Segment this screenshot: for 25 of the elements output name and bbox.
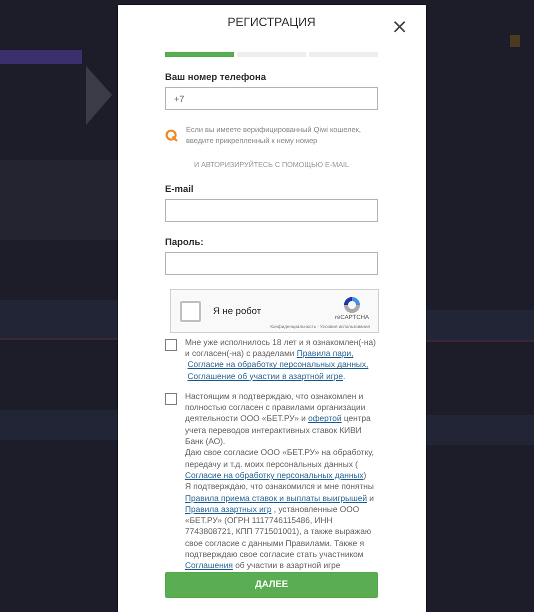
consent-text: Настоящим я подтверждаю, что ознакомлен и полностью согласен с правилами организации деятельности ООО «БЕТ.РУ» и офертой центра учета переводов интерактивных ставок КИВИ Банк (АО). Даю свое согласие ООО «БЕТ.РУ» на обработку, передачу и т.д. моих персональных данных ( Согласие на обработку персональных данных) Я подтверждаю, что ознакомился и мне понятны Правила приема ставок и выплаты выигрышей и Правила азартных игр , установленные ООО «БЕТ.РУ» (ОГРН 1117746115486, ИНН 7743808721, КПП 771501001), а также выражаю свое согласие с данными Правилами. Также я подтверждаю свое согласие стать участником Соглашения об участии в азартной игре xyxy=(185,390,375,572)
consent-link[interactable]: Правила пари, xyxy=(296,348,354,360)
captcha-label: Я не робот xyxy=(213,306,262,317)
consent-link[interactable]: Правила приема ставок и выплаты выигрышей xyxy=(185,492,367,504)
consent-link[interactable]: Согласие на обработку персональных данных, xyxy=(187,359,368,371)
play-icon xyxy=(86,66,112,125)
field-label: Ваш номер телефона xyxy=(165,72,268,84)
field-label: E-mail xyxy=(165,184,195,196)
consent-link[interactable]: Правила азартных игр xyxy=(185,504,272,516)
field-label: Пароль: xyxy=(165,237,205,248)
consent-checkbox[interactable] xyxy=(165,392,177,405)
dialog-title: РЕГИСТРАЦИЯ xyxy=(227,15,316,30)
consent-link[interactable]: Соглашение об участии в азартной игре xyxy=(187,370,343,382)
qiwi-icon xyxy=(165,128,178,142)
consent-link[interactable]: Согласие на обработку персональных данных xyxy=(185,470,364,482)
consent-link[interactable]: офертой xyxy=(308,413,342,425)
password-input[interactable] xyxy=(165,252,378,276)
consent-text: Мне уже исполнилось 18 лет и я ознакомлен(-на) и согласен(-на) с разделами Правила пари, Согласие на обработку персональных данных, Соглашение об участии в азартной игре. xyxy=(185,336,377,382)
phone-input[interactable]: +7 xyxy=(165,87,378,110)
consent-link[interactable]: Соглашения xyxy=(185,560,233,572)
close-button[interactable]: × xyxy=(387,16,412,36)
captcha-checkbox[interactable] xyxy=(180,300,201,322)
consent-checkbox[interactable] xyxy=(165,338,177,351)
email-input[interactable] xyxy=(165,199,378,222)
recaptcha-icon xyxy=(342,295,362,316)
